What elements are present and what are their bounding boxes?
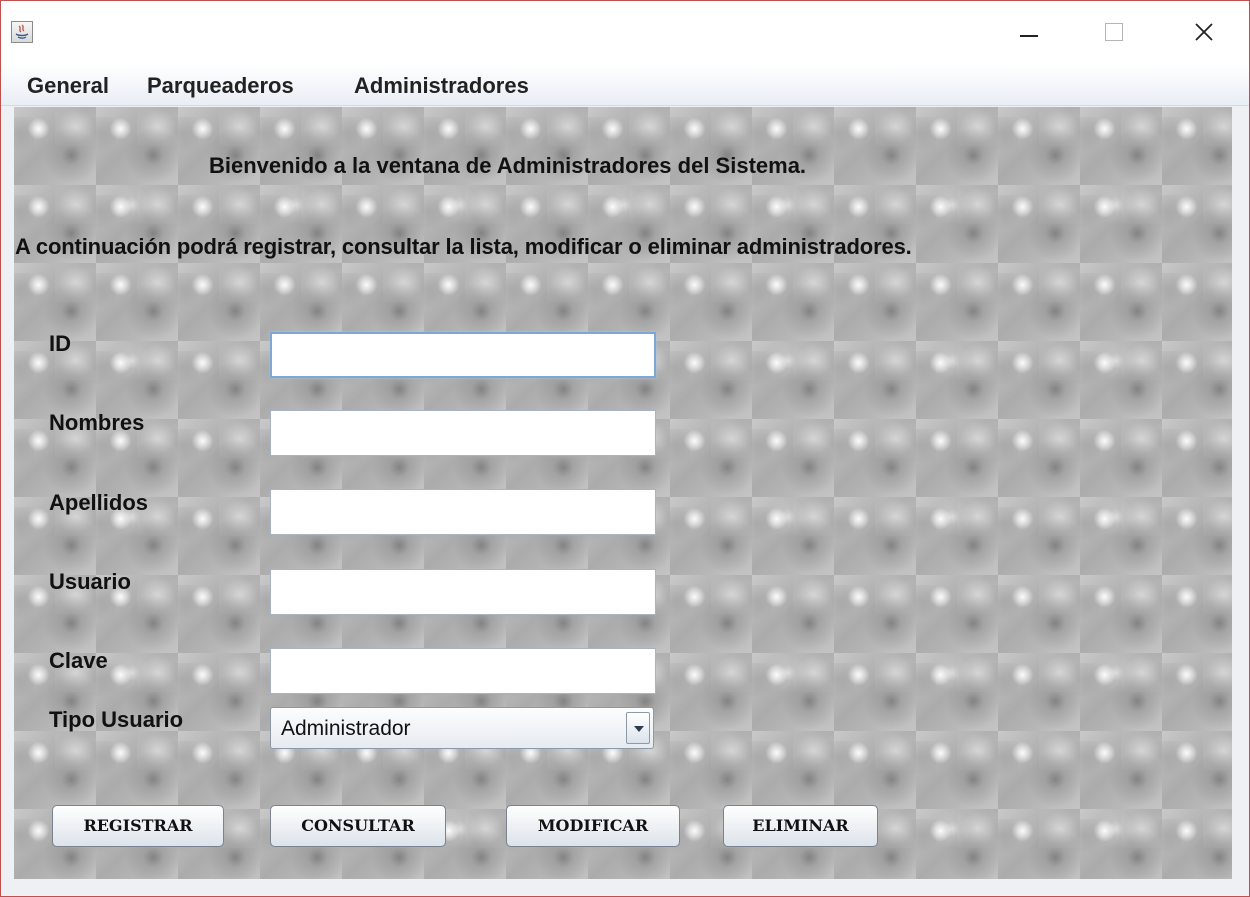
chevron-down-icon[interactable] <box>626 712 650 744</box>
tipo-usuario-select[interactable]: Administrador <box>270 707 654 749</box>
tipo-usuario-label: Tipo Usuario <box>49 707 184 732</box>
menu-parqueaderos[interactable]: Parqueaderos <box>147 73 294 99</box>
id-field[interactable] <box>270 332 656 378</box>
menu-general[interactable]: General <box>27 73 109 99</box>
modificar-button[interactable]: MODIFICAR <box>506 805 680 847</box>
nombres-label: Nombres <box>49 410 145 435</box>
menu-administradores[interactable]: Administradores <box>354 73 529 99</box>
apellidos-label: Apellidos <box>49 490 149 515</box>
instructions-text: A continuación podrá registrar, consulta… <box>15 234 912 259</box>
clave-field[interactable] <box>270 648 656 694</box>
close-icon[interactable] <box>1181 15 1227 49</box>
id-label: ID <box>49 331 71 356</box>
minimize-icon[interactable] <box>1006 15 1052 49</box>
usuario-label: Usuario <box>49 569 131 594</box>
tipo-usuario-value: Administrador <box>281 717 411 740</box>
maximize-icon[interactable] <box>1093 15 1139 49</box>
clave-label: Clave <box>49 648 108 673</box>
menu-bar: General Parqueaderos Administradores <box>1 63 1249 106</box>
usuario-field[interactable] <box>270 569 656 615</box>
title-bar[interactable] <box>1 1 1249 63</box>
welcome-heading: Bienvenido a la ventana de Administrador… <box>209 153 807 178</box>
registrar-button[interactable]: REGISTRAR <box>52 805 224 847</box>
eliminar-button[interactable]: ELIMINAR <box>723 805 878 847</box>
apellidos-field[interactable] <box>270 489 656 535</box>
admin-panel: Bienvenido a la ventana de Administrador… <box>14 107 1232 879</box>
consultar-button[interactable]: CONSULTAR <box>270 805 446 847</box>
app-window: General Parqueaderos Administradores Bie… <box>0 0 1250 897</box>
nombres-field[interactable] <box>270 410 656 456</box>
java-app-icon[interactable] <box>11 21 33 43</box>
